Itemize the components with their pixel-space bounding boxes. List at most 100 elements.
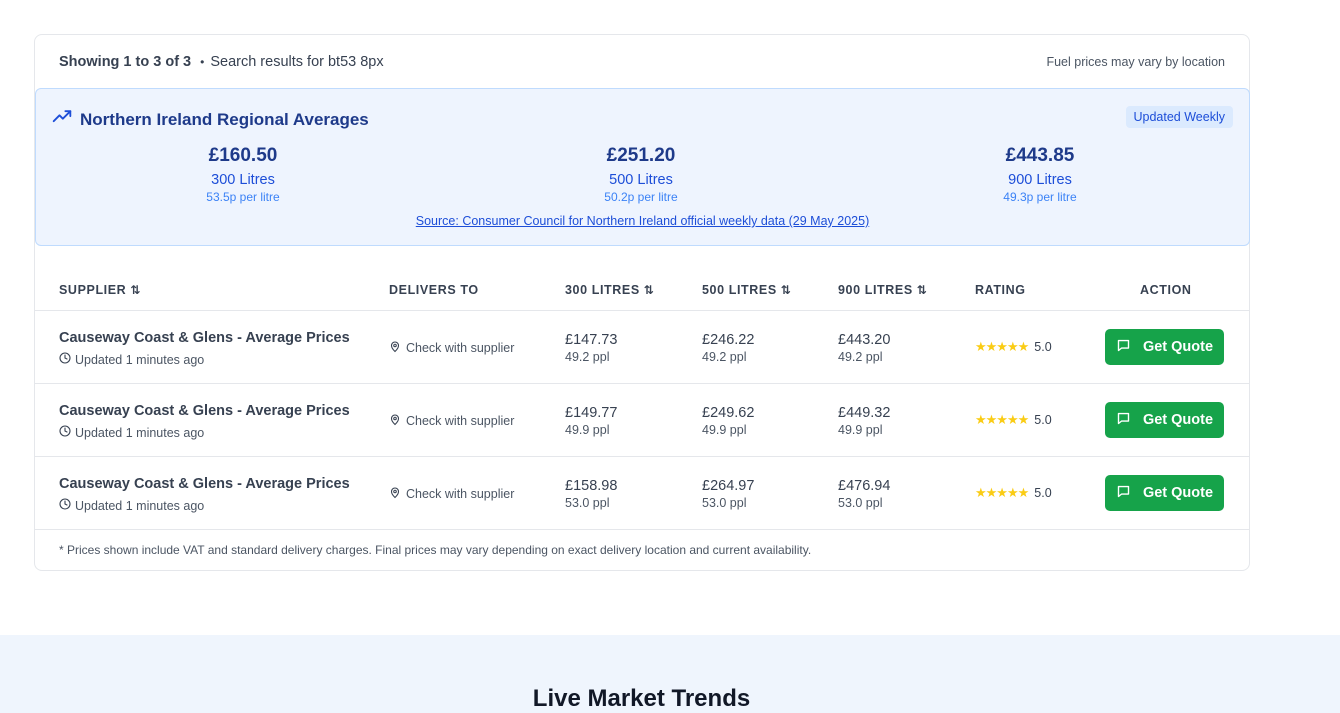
price-notice: Fuel prices may vary by location xyxy=(1046,55,1225,69)
price-900: £443.20 49.2 ppl xyxy=(838,332,890,364)
supplier-name: Causeway Coast & Glens - Average Prices xyxy=(59,476,350,492)
average-price: £251.20 xyxy=(606,145,676,166)
average-ppl: 50.2p per litre xyxy=(604,190,678,204)
results-bar: Showing 1 to 3 of 3 • Search results for… xyxy=(35,35,1249,89)
clock-icon xyxy=(59,352,75,367)
message-icon xyxy=(1116,411,1143,430)
price-ppl: 49.9 ppl xyxy=(838,423,883,437)
table-header: SUPPLIER ⇅ DELIVERS TO 300 LITRES ⇅ 500 … xyxy=(35,271,1249,311)
price-footnote: * Prices shown include VAT and standard … xyxy=(59,543,812,557)
clock-icon xyxy=(59,498,75,513)
sort-icon[interactable]: ⇅ xyxy=(917,283,928,297)
th-supplier[interactable]: SUPPLIER ⇅ xyxy=(59,283,141,297)
price-900: £476.94 53.0 ppl xyxy=(838,478,890,510)
results-card: Showing 1 to 3 of 3 • Search results for… xyxy=(34,34,1250,571)
updated-text: Updated 1 minutes ago xyxy=(75,425,205,440)
star-rating-icon: ★★★★★ xyxy=(975,412,1029,427)
th-500-label: 500 LITRES xyxy=(702,283,777,297)
rating-value: 5.0 xyxy=(1034,340,1052,354)
th-rating: RATING xyxy=(975,283,1026,297)
supplier-updated: Updated 1 minutes ago xyxy=(59,498,204,513)
table-row: Causeway Coast & Glens - Average Prices … xyxy=(35,384,1249,457)
price-value: £476.94 xyxy=(838,478,891,494)
price-value: £449.32 xyxy=(838,405,891,421)
delivers-text: Check with supplier xyxy=(406,414,515,428)
price-value: £249.62 xyxy=(702,405,755,421)
average-300: £160.50 300 Litres 53.5p per litre xyxy=(143,145,343,204)
average-price: £160.50 xyxy=(208,145,278,166)
delivers-to: Check with supplier xyxy=(389,413,514,429)
message-icon xyxy=(1116,338,1143,357)
average-litres: 300 Litres xyxy=(211,172,275,188)
updated-text: Updated 1 minutes ago xyxy=(75,498,205,513)
price-value: £149.77 xyxy=(565,405,618,421)
price-300: £158.98 53.0 ppl xyxy=(565,478,617,510)
get-quote-button[interactable]: Get Quote xyxy=(1105,329,1224,365)
results-count: Showing 1 to 3 of 3 xyxy=(59,54,192,70)
rating: ★★★★★ 5.0 xyxy=(975,412,1052,428)
average-500: £251.20 500 Litres 50.2p per litre xyxy=(541,145,741,204)
sort-icon[interactable]: ⇅ xyxy=(130,283,141,297)
get-quote-label: Get Quote xyxy=(1142,485,1214,501)
delivers-to: Check with supplier xyxy=(389,486,514,502)
price-ppl: 53.0 ppl xyxy=(838,496,883,510)
live-market-trends-section: Live Market Trends xyxy=(0,635,1340,713)
table-row: Causeway Coast & Glens - Average Prices … xyxy=(35,457,1249,530)
supplier-name: Causeway Coast & Glens - Average Prices xyxy=(59,403,350,419)
price-900: £449.32 49.9 ppl xyxy=(838,405,890,437)
map-pin-icon xyxy=(389,340,406,356)
search-query-text: Search results for bt53 8px xyxy=(210,54,384,70)
price-value: £264.97 xyxy=(702,478,755,494)
map-pin-icon xyxy=(389,486,406,502)
average-price: £443.85 xyxy=(1005,145,1075,166)
th-supplier-label: SUPPLIER xyxy=(59,283,127,297)
th-300-litres[interactable]: 300 LITRES ⇅ xyxy=(565,283,654,297)
average-900: £443.85 900 Litres 49.3p per litre xyxy=(940,145,1140,204)
section-title: Live Market Trends xyxy=(532,685,751,712)
rating: ★★★★★ 5.0 xyxy=(975,339,1052,355)
th-500-litres[interactable]: 500 LITRES ⇅ xyxy=(702,283,791,297)
price-500: £264.97 53.0 ppl xyxy=(702,478,754,510)
regional-header: Northern Ireland Regional Averages xyxy=(52,107,369,132)
th-900-litres[interactable]: 900 LITRES ⇅ xyxy=(838,283,927,297)
price-ppl: 49.9 ppl xyxy=(565,423,610,437)
average-litres: 500 Litres xyxy=(609,172,673,188)
price-300: £147.73 49.2 ppl xyxy=(565,332,617,364)
supplier-name: Causeway Coast & Glens - Average Prices xyxy=(59,330,350,346)
th-300-label: 300 LITRES xyxy=(565,283,640,297)
table-row: Causeway Coast & Glens - Average Prices … xyxy=(35,311,1249,384)
price-ppl: 49.2 ppl xyxy=(702,350,747,364)
price-value: £147.73 xyxy=(565,332,618,348)
sort-icon[interactable]: ⇅ xyxy=(644,283,655,297)
price-ppl: 53.0 ppl xyxy=(702,496,747,510)
map-pin-icon xyxy=(389,413,406,429)
get-quote-button[interactable]: Get Quote xyxy=(1105,475,1224,511)
th-900-label: 900 LITRES xyxy=(838,283,913,297)
price-ppl: 53.0 ppl xyxy=(565,496,610,510)
rating-value: 5.0 xyxy=(1034,413,1052,427)
supplier-updated: Updated 1 minutes ago xyxy=(59,425,204,440)
star-rating-icon: ★★★★★ xyxy=(975,485,1029,500)
price-ppl: 49.2 ppl xyxy=(565,350,610,364)
bullet-separator: • xyxy=(200,55,205,69)
source-link[interactable]: Source: Consumer Council for Northern Ir… xyxy=(36,214,1249,228)
sort-icon[interactable]: ⇅ xyxy=(781,283,792,297)
delivers-text: Check with supplier xyxy=(406,487,515,501)
message-icon xyxy=(1116,484,1143,503)
price-ppl: 49.2 ppl xyxy=(838,350,883,364)
price-value: £443.20 xyxy=(838,332,891,348)
regional-averages-panel: Northern Ireland Regional Averages Updat… xyxy=(35,88,1250,246)
updated-text: Updated 1 minutes ago xyxy=(75,352,205,367)
updated-weekly-badge: Updated Weekly xyxy=(1125,106,1233,128)
trending-up-icon xyxy=(52,107,80,132)
price-value: £158.98 xyxy=(565,478,618,494)
get-quote-label: Get Quote xyxy=(1142,412,1214,428)
average-ppl: 53.5p per litre xyxy=(206,190,280,204)
price-300: £149.77 49.9 ppl xyxy=(565,405,617,437)
average-litres: 900 Litres xyxy=(1008,172,1072,188)
th-delivers-label: DELIVERS TO xyxy=(389,283,479,297)
rating-value: 5.0 xyxy=(1034,486,1052,500)
get-quote-button[interactable]: Get Quote xyxy=(1105,402,1224,438)
average-ppl: 49.3p per litre xyxy=(1003,190,1077,204)
rating: ★★★★★ 5.0 xyxy=(975,485,1052,501)
